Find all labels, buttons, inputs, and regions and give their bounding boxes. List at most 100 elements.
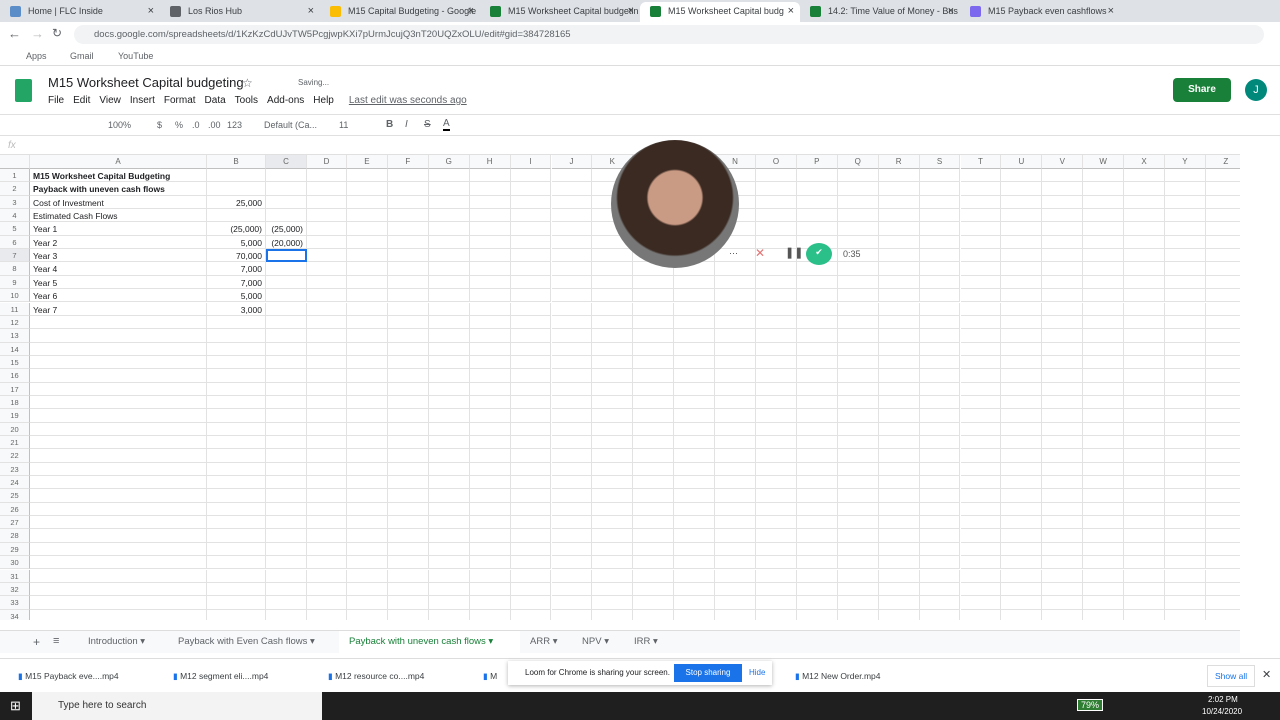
cell-D11[interactable]	[307, 302, 347, 316]
cell-N20[interactable]	[715, 422, 756, 436]
cell-M16[interactable]	[674, 369, 716, 383]
cell-O1[interactable]	[756, 169, 797, 183]
cell-L27[interactable]	[633, 516, 675, 530]
cell-C11[interactable]	[266, 302, 307, 316]
cell-C28[interactable]	[266, 529, 307, 543]
row-header-3[interactable]: 3	[0, 195, 30, 210]
cell-J22[interactable]	[551, 449, 593, 463]
row-header-10[interactable]: 10	[0, 289, 30, 303]
cell-Y4[interactable]	[1165, 209, 1206, 223]
cell-O11[interactable]	[756, 302, 797, 316]
cell-J12[interactable]	[551, 315, 593, 330]
cell-E31[interactable]	[347, 569, 388, 583]
cell-C25[interactable]	[266, 489, 307, 503]
cell-I11[interactable]	[510, 302, 552, 316]
cell-N32[interactable]	[715, 582, 756, 597]
cell-U15[interactable]	[1001, 355, 1043, 370]
cell-D14[interactable]	[307, 342, 347, 356]
cell-O15[interactable]	[756, 355, 797, 370]
cell-M15[interactable]	[674, 355, 716, 370]
close-tab-icon[interactable]: ×	[148, 5, 154, 17]
cell-B16[interactable]	[207, 369, 266, 383]
cell-M24[interactable]	[674, 476, 716, 490]
cell-B14[interactable]	[207, 342, 266, 356]
cell-F9[interactable]	[387, 275, 429, 290]
cell-E29[interactable]	[347, 542, 388, 557]
cell-C8[interactable]	[266, 262, 307, 276]
cell-B17[interactable]	[207, 382, 266, 396]
row-header-5[interactable]: 5	[0, 222, 30, 236]
cell-V4[interactable]	[1042, 209, 1084, 223]
cell-U21[interactable]	[1001, 436, 1043, 450]
row-header-22[interactable]: 22	[0, 449, 30, 463]
cell-R28[interactable]	[878, 529, 920, 543]
cell-M25[interactable]	[674, 489, 716, 503]
pause-icon[interactable]: ❚❚	[785, 246, 803, 259]
cell-K16[interactable]	[592, 369, 634, 383]
cell-C10[interactable]	[266, 289, 307, 303]
cell-W13[interactable]	[1083, 329, 1125, 343]
cell-B10[interactable]: 5,000	[207, 289, 266, 303]
cell-B12[interactable]	[207, 315, 266, 330]
cell-V25[interactable]	[1042, 489, 1084, 503]
cell-I6[interactable]	[510, 235, 552, 250]
cell-A24[interactable]	[30, 476, 207, 490]
cell-Z2[interactable]	[1205, 182, 1240, 196]
cell-V11[interactable]	[1042, 302, 1084, 316]
cell-O3[interactable]	[756, 195, 797, 210]
cell-T3[interactable]	[960, 195, 1002, 210]
cell-F20[interactable]	[387, 422, 429, 436]
cell-A22[interactable]	[30, 449, 207, 463]
cell-O10[interactable]	[756, 289, 797, 303]
cell-D2[interactable]	[307, 182, 347, 196]
cell-A33[interactable]	[30, 596, 207, 610]
cell-J13[interactable]	[551, 329, 593, 343]
cell-T5[interactable]	[960, 222, 1002, 236]
cell-X20[interactable]	[1124, 422, 1165, 436]
cell-D16[interactable]	[307, 369, 347, 383]
avatar[interactable]: J	[1245, 79, 1267, 101]
cell-V2[interactable]	[1042, 182, 1084, 196]
cell-P20[interactable]	[796, 422, 838, 436]
cell-O22[interactable]	[756, 449, 797, 463]
cell-J29[interactable]	[551, 542, 593, 557]
sheets-logo[interactable]	[15, 79, 32, 102]
cell-R34[interactable]	[879, 609, 920, 620]
cell-D30[interactable]	[307, 556, 347, 570]
column-header-V[interactable]: V	[1042, 155, 1084, 169]
cell-C32[interactable]	[266, 582, 307, 597]
cell-U24[interactable]	[1001, 476, 1043, 490]
cell-L20[interactable]	[633, 422, 675, 436]
cell-A28[interactable]	[30, 529, 207, 543]
row-header-24[interactable]: 24	[0, 476, 30, 490]
cell-P17[interactable]	[796, 382, 838, 396]
cell-L22[interactable]	[633, 449, 675, 463]
cell-Y7[interactable]	[1165, 249, 1206, 263]
cell-U20[interactable]	[1001, 422, 1043, 436]
cell-U30[interactable]	[1001, 556, 1043, 570]
cell-G24[interactable]	[428, 476, 470, 490]
cell-E32[interactable]	[347, 582, 388, 597]
cell-O28[interactable]	[756, 529, 797, 543]
document-title[interactable]: M15 Worksheet Capital budgeting	[48, 75, 244, 90]
cell-Y27[interactable]	[1165, 516, 1206, 530]
cell-E21[interactable]	[347, 436, 388, 450]
cell-S3[interactable]	[919, 195, 961, 210]
cell-H5[interactable]	[469, 222, 511, 236]
cell-I7[interactable]	[510, 249, 552, 263]
cell-L13[interactable]	[633, 329, 675, 343]
cell-Y3[interactable]	[1165, 195, 1206, 210]
cell-E8[interactable]	[347, 262, 388, 276]
cell-K22[interactable]	[592, 449, 634, 463]
cell-C31[interactable]	[266, 569, 307, 583]
cell-S15[interactable]	[919, 355, 961, 370]
cell-J17[interactable]	[551, 382, 593, 396]
cell-H33[interactable]	[469, 596, 511, 610]
cell-Q28[interactable]	[837, 529, 879, 543]
row-header-29[interactable]: 29	[0, 542, 30, 557]
cell-Y5[interactable]	[1165, 222, 1206, 236]
cell-H9[interactable]	[469, 275, 511, 290]
cell-D5[interactable]	[307, 222, 347, 236]
cell-T8[interactable]	[960, 262, 1002, 276]
cell-I28[interactable]	[510, 529, 552, 543]
